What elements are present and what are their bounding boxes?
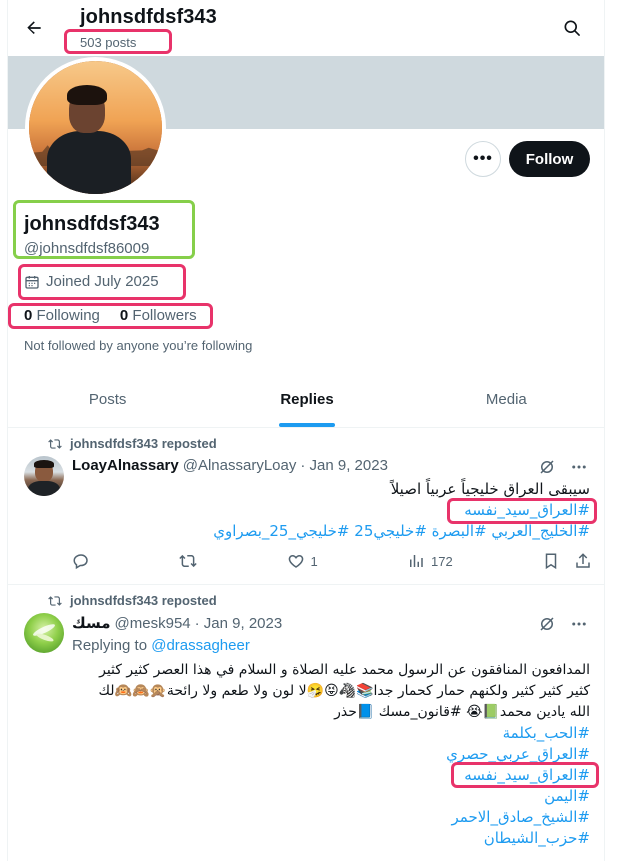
replying-handle-link[interactable]: @drassagheer <box>151 637 250 654</box>
bookmark-button[interactable] <box>542 552 560 570</box>
post-text: سيبقى العراق خليجياً عربياً اصيلاً <box>390 480 590 498</box>
post-text-line: كثير كثير كثير ولكنهم حمار كحمار جدا📚🦓😝🤧… <box>98 683 590 699</box>
avatar[interactable] <box>24 613 64 653</box>
joined-date: Joined July 2025 <box>24 273 159 290</box>
hashtag-iraq[interactable]: #العراق_سيد_نفسه <box>464 501 590 519</box>
calendar-icon <box>25 275 39 289</box>
hashtag[interactable]: #اليمن <box>544 787 590 805</box>
post-header: LoayAlnassary @AlnassaryLoay · Jan 9, 20… <box>72 457 388 474</box>
following-label: Following <box>36 307 100 324</box>
post-date[interactable]: · Jan 9, 2023 <box>300 457 388 474</box>
top-bar: johnsdfdsf343 503 posts <box>8 0 604 56</box>
hashtag-link[interactable]: #الشيخ_صادق_الاحمر <box>70 807 590 828</box>
views-icon <box>410 555 423 567</box>
follow-button[interactable]: Follow <box>509 141 590 177</box>
profile-page: johnsdfdsf343 503 posts ••• Follow johns… <box>7 0 605 861</box>
author-name[interactable]: مسك <box>72 614 111 632</box>
like-count: 1 <box>310 553 318 569</box>
post-actions: 1 172 <box>72 552 592 570</box>
replying-prefix: Replying to <box>72 637 148 654</box>
hashtag[interactable]: #الشيخ_صادق_الاحمر <box>452 808 590 826</box>
repost-icon <box>48 438 62 449</box>
more-icon[interactable] <box>570 458 588 476</box>
share-icon <box>576 553 590 568</box>
avatar[interactable] <box>24 456 64 496</box>
hashtag-link[interactable]: #حزب_الشيطان <box>70 828 590 849</box>
timeline-post[interactable]: johnsdfdsf343 reposted LoayAlnassary @Al… <box>8 428 604 585</box>
view-count: 172 <box>431 553 453 569</box>
share-button[interactable] <box>574 552 592 570</box>
post-text-line: الله يادين محمد📗😭 #قانون_مسك 📘حذر <box>334 704 590 720</box>
author-handle[interactable]: @mesk954 <box>115 615 191 632</box>
views-button[interactable]: 172 <box>407 552 453 570</box>
search-icon <box>564 20 580 36</box>
post-top-icons <box>538 458 588 476</box>
arrow-left-icon <box>27 21 41 34</box>
author-name[interactable]: LoayAlnassary <box>72 457 179 474</box>
hashtag[interactable]: #حزب_الشيطان <box>484 829 590 847</box>
tab-replies[interactable]: Replies <box>207 371 406 427</box>
more-icon[interactable] <box>570 615 588 633</box>
hashtag-link[interactable]: #العراق_سيد_نفسه <box>70 500 590 521</box>
follow-stats: 0 Following 0 Followers <box>24 307 197 324</box>
back-button[interactable] <box>20 14 48 42</box>
hashtag-line: #الخليج_العربي #البصرة #خليجي25 #خليجي_2… <box>70 521 590 542</box>
repost-button[interactable] <box>179 552 197 570</box>
post-header: مسك @mesk954 · Jan 9, 2023 <box>72 614 283 633</box>
repost-indicator: johnsdfdsf343 reposted <box>48 436 217 451</box>
following-count: 0 <box>24 307 33 324</box>
like-button[interactable]: 1 <box>287 552 318 570</box>
profile-handle: @johnsdfdsf86009 <box>24 240 150 257</box>
followers-label: Followers <box>132 307 197 324</box>
heart-icon <box>288 554 303 568</box>
grok-icon[interactable] <box>538 615 556 633</box>
replying-to: Replying to @drassagheer <box>72 637 250 654</box>
profile-tabs: Posts Replies Media <box>8 371 604 428</box>
post-date[interactable]: · Jan 9, 2023 <box>195 615 283 632</box>
grok-icon[interactable] <box>538 458 556 476</box>
post-top-icons <box>538 615 588 633</box>
joined-text: Joined July 2025 <box>46 273 159 290</box>
reply-icon <box>73 554 88 570</box>
repost-icon <box>48 595 62 606</box>
hashtags[interactable]: #الخليج_العربي #البصرة #خليجي25 #خليجي_2… <box>213 522 590 540</box>
hashtag[interactable]: #العراق_سيد_نفسه <box>464 766 590 784</box>
search-button[interactable] <box>560 16 584 40</box>
timeline-post[interactable]: johnsdfdsf343 reposted مسك @mesk954 · Ja… <box>8 585 604 861</box>
hashtag[interactable]: #الحب_بكلمة <box>503 724 590 742</box>
hashtag-link[interactable]: #العراق_سيد_نفسه <box>70 765 590 786</box>
repost-icon <box>179 554 197 568</box>
followers-link[interactable]: 0 Followers <box>120 307 197 324</box>
post-text-line: المدافعون المنافقون عن الرسول محمد عليه … <box>99 662 590 678</box>
following-link[interactable]: 0 Following <box>24 307 100 324</box>
repost-label: johnsdfdsf343 reposted <box>70 436 217 451</box>
bookmark-icon <box>545 553 557 570</box>
followers-count: 0 <box>119 307 129 324</box>
header-name: johnsdfdsf343 <box>80 6 217 28</box>
hashtag-link[interactable]: #اليمن <box>70 786 590 807</box>
author-handle[interactable]: @AlnassaryLoay <box>183 457 297 474</box>
not-followed-note: Not followed by anyone you’re following <box>24 338 253 353</box>
repost-label: johnsdfdsf343 reposted <box>70 593 217 608</box>
profile-display-name: johnsdfdsf343 <box>24 213 160 235</box>
repost-indicator: johnsdfdsf343 reposted <box>48 593 217 608</box>
header-post-count: 503 posts <box>80 35 137 50</box>
hashtag-link[interactable]: #الحب_بكلمة <box>70 723 590 744</box>
avatar-photo <box>29 61 162 194</box>
hashtag-link[interactable]: #العراق_عربي_حصري <box>70 744 590 765</box>
reply-button[interactable] <box>72 552 90 570</box>
tab-media[interactable]: Media <box>407 371 604 427</box>
tab-posts[interactable]: Posts <box>8 371 207 427</box>
hashtag[interactable]: #العراق_عربي_حصري <box>446 745 590 763</box>
more-options-button[interactable]: ••• <box>465 141 501 177</box>
profile-avatar[interactable] <box>25 57 166 198</box>
